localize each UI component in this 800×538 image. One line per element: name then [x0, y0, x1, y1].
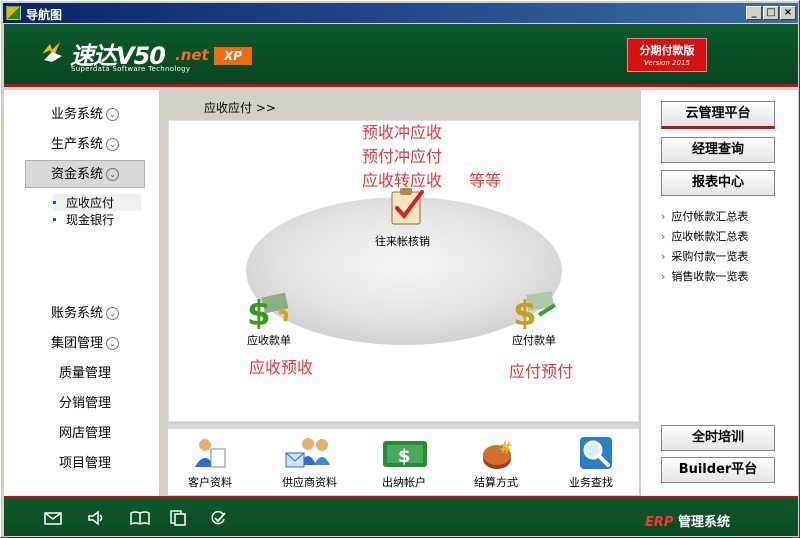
maximize-button[interactable]: □	[763, 6, 779, 20]
supplier-icon[interactable]	[284, 435, 334, 471]
chevron-right-icon: ›	[661, 210, 666, 223]
footer-brand: ERP 管理系统	[645, 511, 730, 530]
chevron-right-icon: ›	[661, 270, 666, 283]
nav-group-management[interactable]: 集团管理 ⌄	[25, 330, 145, 358]
close-button[interactable]: ×	[780, 6, 796, 20]
link-label: 采购付款一览表	[671, 250, 749, 263]
svg-text:$: $	[398, 446, 411, 467]
settlement-method-label[interactable]: 结算方式	[474, 474, 518, 490]
nav-quality-management[interactable]: 质量管理	[25, 360, 145, 388]
payable-node-label: 应付款单	[512, 334, 556, 347]
sub-label: 应收应付	[66, 196, 115, 210]
svg-text:#: #	[499, 438, 512, 457]
annotation-etc: 等等	[469, 171, 502, 190]
erp-text: ERP	[645, 515, 674, 530]
logo-icon	[42, 42, 62, 62]
chevron-down-icon: ⌄	[106, 337, 119, 350]
payable-money-icon[interactable]: $	[511, 291, 559, 329]
center-node-label: 往来帐核销	[375, 235, 430, 248]
chevron-down-icon: ⌄	[106, 108, 119, 121]
builder-platform-button[interactable]: Builder平台	[661, 457, 775, 483]
bullet-icon	[53, 201, 56, 204]
breadcrumb: 应收应付 >>	[204, 99, 276, 116]
breadcrumb-separator: >>	[255, 101, 276, 115]
settlement-method-icon[interactable]: #	[481, 435, 517, 471]
annotation-prepay-payable: 预付冲应付	[362, 147, 443, 166]
nav-project-management[interactable]: 项目管理	[25, 450, 145, 478]
nav-finance-system[interactable]: 资金系统 ⌄	[25, 160, 145, 188]
footer-bar: ERP 管理系统	[4, 496, 798, 536]
link-purchase-payment-list[interactable]: › 采购付款一览表	[661, 248, 748, 264]
edition-title: 分期付款版	[639, 44, 695, 57]
annotation-prepay-receivable: 预收冲应收	[362, 123, 443, 142]
customer-icon[interactable]	[193, 435, 229, 471]
nav-production-system[interactable]: 生产系统 ⌄	[25, 131, 145, 159]
nav-label: 业务系统	[50, 107, 103, 122]
chevron-down-icon: ⌄	[106, 307, 119, 320]
logo-subtitle: Superdata Software Technology	[71, 65, 191, 73]
link-label: 销售收款一览表	[671, 270, 749, 283]
customer-label[interactable]: 客户资料	[188, 474, 232, 490]
cashier-account-label[interactable]: 出纳帐户	[382, 474, 426, 490]
receivable-money-icon[interactable]: $	[245, 291, 293, 329]
payable-note: 应付预付	[509, 362, 574, 381]
manager-query-button[interactable]: 经理查询	[661, 137, 775, 163]
chevron-right-icon: ›	[661, 250, 666, 263]
documents-icon[interactable]	[169, 510, 187, 526]
business-search-icon[interactable]	[578, 435, 614, 471]
chevron-down-icon: ⌄	[106, 168, 119, 181]
nav-accounting-system[interactable]: 账务系统 ⌄	[25, 300, 145, 328]
nav-business-system[interactable]: 业务系统 ⌄	[25, 101, 145, 129]
breadcrumb-current: 应收应付	[204, 101, 253, 115]
nav-distribution-management[interactable]: 分销管理	[25, 390, 145, 418]
check-circle-icon[interactable]	[209, 510, 227, 526]
sub-label: 现金银行	[66, 213, 115, 227]
link-label: 应付帐款汇总表	[671, 210, 749, 223]
minimize-button[interactable]: _	[746, 6, 762, 20]
speaker-icon[interactable]	[87, 510, 105, 526]
nav-label: 集团管理	[50, 336, 103, 351]
bullet-icon	[53, 218, 56, 221]
cashier-account-icon[interactable]: $	[381, 435, 429, 471]
main-window: 导航图 _ □ × 速达V50 .net Superdata Software …	[0, 0, 800, 538]
nav-label: 生产系统	[50, 137, 103, 152]
nav-online-store-management[interactable]: 网店管理	[25, 420, 145, 448]
link-label: 应收帐款汇总表	[671, 230, 749, 243]
link-sales-receipt-list[interactable]: › 销售收款一览表	[661, 268, 748, 284]
supplier-label[interactable]: 供应商资料	[282, 474, 337, 490]
brand-header: 速达V50 .net Superdata Software Technology…	[4, 24, 798, 87]
logo-net: .net	[175, 46, 209, 64]
bar-divider	[168, 425, 639, 429]
link-payable-summary[interactable]: › 应付帐款汇总表	[661, 208, 748, 224]
receivable-note: 应收预收	[249, 358, 314, 377]
window-title: 导航图	[26, 8, 63, 22]
business-search-label[interactable]: 业务查找	[569, 474, 613, 490]
mail-icon[interactable]	[44, 510, 62, 526]
edition-version: Version 2015	[644, 59, 690, 67]
book-icon[interactable]	[130, 510, 150, 526]
sub-receivable-payable[interactable]: 应收应付	[53, 194, 141, 211]
checklist-icon[interactable]	[388, 186, 428, 228]
receivable-node-label: 应收款单	[247, 334, 291, 347]
svg-text:$: $	[247, 294, 271, 329]
link-receivable-summary[interactable]: › 应收帐款汇总表	[661, 228, 748, 244]
chevron-down-icon: ⌄	[106, 138, 119, 151]
title-bar[interactable]: 导航图 _ □ ×	[3, 3, 798, 23]
footer-brand-text: 管理系统	[677, 515, 730, 530]
chevron-right-icon: ›	[661, 230, 666, 243]
edition-badge: 分期付款版 Version 2015	[627, 38, 707, 72]
app-icon	[6, 6, 21, 20]
cloud-management-button[interactable]: 云管理平台	[661, 101, 775, 129]
report-center-button[interactable]: 报表中心	[661, 170, 775, 196]
svg-text:$: $	[513, 294, 537, 329]
nav-label: 账务系统	[50, 306, 103, 321]
xp-badge: XP	[214, 47, 252, 65]
sub-cash-bank[interactable]: 现金银行	[53, 211, 114, 228]
fulltime-training-button[interactable]: 全时培训	[661, 425, 775, 451]
nav-label: 资金系统	[50, 167, 103, 182]
